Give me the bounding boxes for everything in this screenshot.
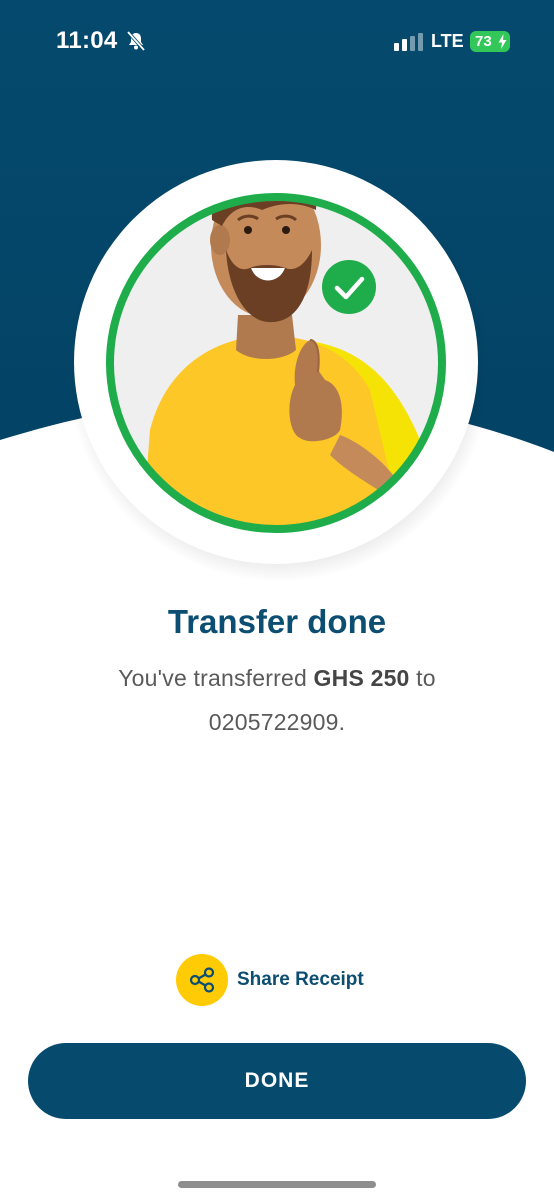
done-button[interactable]: DONE	[28, 1043, 526, 1119]
bell-muted-icon	[126, 30, 146, 52]
check-badge-icon	[322, 260, 376, 314]
home-indicator[interactable]	[178, 1181, 376, 1188]
message-middle: to	[409, 665, 436, 691]
status-time: 11:04	[56, 27, 118, 54]
share-icon	[189, 967, 215, 993]
transfer-message: You've transferred GHS 250 to 0205722909.	[60, 656, 494, 744]
network-type: LTE	[431, 31, 464, 51]
charging-bolt-icon	[498, 34, 507, 49]
battery-indicator: 73	[470, 31, 510, 52]
share-icon-circle[interactable]	[176, 954, 228, 1006]
success-illustration	[67, 158, 491, 580]
transfer-amount: GHS 250	[313, 665, 410, 691]
page-title: Transfer done	[167, 603, 387, 640]
share-receipt-label[interactable]: Share Receipt	[237, 969, 364, 991]
message-suffix: .	[338, 709, 346, 735]
cellular-signal-icon	[394, 33, 423, 51]
message-prefix: You've transferred	[118, 665, 314, 691]
status-bar: 11:04 LTE 73	[0, 0, 554, 84]
battery-level: 73	[475, 33, 492, 50]
recipient-number: 0205722909	[208, 709, 339, 735]
share-receipt-button[interactable]: Share Receipt	[176, 954, 364, 1006]
